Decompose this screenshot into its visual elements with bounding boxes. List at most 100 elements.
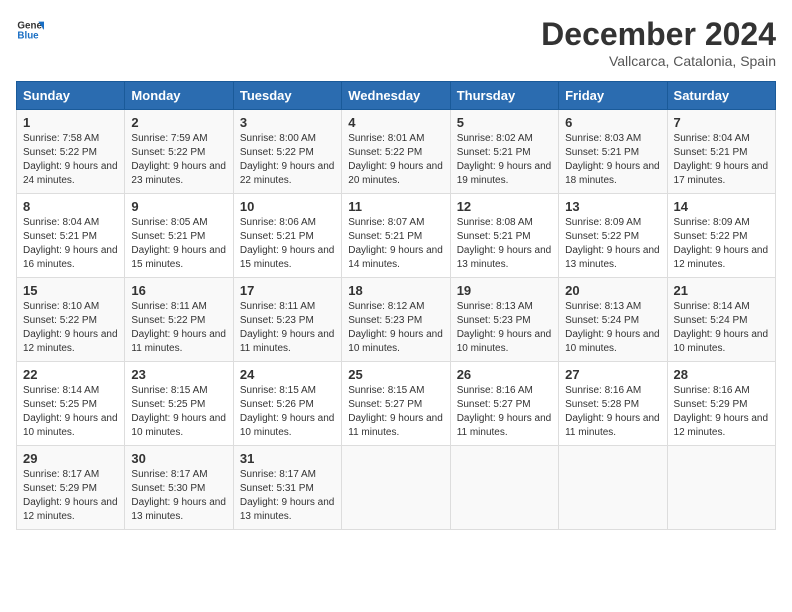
- header-saturday: Saturday: [667, 82, 775, 110]
- day-number: 15: [23, 283, 118, 298]
- day-number: 30: [131, 451, 226, 466]
- header: General Blue December 2024 Vallcarca, Ca…: [16, 16, 776, 69]
- day-number: 24: [240, 367, 335, 382]
- day-info: Sunrise: 8:15 AMSunset: 5:26 PMDaylight:…: [240, 384, 335, 440]
- table-row: 21Sunrise: 8:14 AMSunset: 5:24 PMDayligh…: [667, 278, 775, 362]
- day-number: 18: [348, 283, 443, 298]
- day-number: 14: [674, 199, 769, 214]
- table-row: 16 Sunrise: 8:11 AMSunset: 5:22 PMDayligh…: [125, 278, 233, 362]
- day-number: 12: [457, 199, 552, 214]
- day-number: 23: [131, 367, 226, 382]
- day-info: Sunrise: 8:00 AMSunset: 5:22 PMDaylight:…: [240, 132, 335, 188]
- table-row: 15 Sunrise: 8:10 AMSunset: 5:22 PMDayligh…: [17, 278, 125, 362]
- day-number: 1: [23, 115, 118, 130]
- day-number: 10: [240, 199, 335, 214]
- calendar-week-row: 15 Sunrise: 8:10 AMSunset: 5:22 PMDayligh…: [17, 278, 776, 362]
- table-row: 20 Sunrise: 8:13 AMSunset: 5:24 PMDayligh…: [559, 278, 667, 362]
- header-wednesday: Wednesday: [342, 82, 450, 110]
- table-row: 24 Sunrise: 8:15 AMSunset: 5:26 PMDayligh…: [233, 362, 341, 446]
- table-row: 1 Sunrise: 7:58 AMSunset: 5:22 PMDaylight…: [17, 110, 125, 194]
- day-number: 2: [131, 115, 226, 130]
- table-row: 10 Sunrise: 8:06 AMSunset: 5:21 PMDayligh…: [233, 194, 341, 278]
- day-info: Sunrise: 8:17 AMSunset: 5:29 PMDaylight:…: [23, 468, 118, 524]
- day-info: Sunrise: 8:17 AMSunset: 5:31 PMDaylight:…: [240, 468, 335, 524]
- table-row: 13 Sunrise: 8:09 AMSunset: 5:22 PMDayligh…: [559, 194, 667, 278]
- day-info: Sunrise: 8:16 AMSunset: 5:28 PMDaylight:…: [565, 384, 660, 440]
- table-row: 6 Sunrise: 8:03 AMSunset: 5:21 PMDaylight…: [559, 110, 667, 194]
- table-row: 30 Sunrise: 8:17 AMSunset: 5:30 PMDayligh…: [125, 446, 233, 530]
- days-header-row: Sunday Monday Tuesday Wednesday Thursday…: [17, 82, 776, 110]
- month-title: December 2024: [541, 16, 776, 53]
- day-info: Sunrise: 8:09 AMSunset: 5:22 PMDaylight:…: [674, 216, 769, 272]
- svg-text:Blue: Blue: [17, 30, 39, 41]
- day-number: 21: [674, 283, 769, 298]
- calendar-week-row: 1 Sunrise: 7:58 AMSunset: 5:22 PMDaylight…: [17, 110, 776, 194]
- day-info: Sunrise: 8:03 AMSunset: 5:21 PMDaylight:…: [565, 132, 660, 188]
- day-number: 22: [23, 367, 118, 382]
- day-number: 17: [240, 283, 335, 298]
- day-number: 28: [674, 367, 769, 382]
- table-row: 26Sunrise: 8:16 AMSunset: 5:27 PMDayligh…: [450, 362, 558, 446]
- table-row: 12Sunrise: 8:08 AMSunset: 5:21 PMDayligh…: [450, 194, 558, 278]
- table-row: 25Sunrise: 8:15 AMSunset: 5:27 PMDayligh…: [342, 362, 450, 446]
- day-info: Sunrise: 8:15 AMSunset: 5:25 PMDaylight:…: [131, 384, 226, 440]
- table-row: 5 Sunrise: 8:02 AMSunset: 5:21 PMDaylight…: [450, 110, 558, 194]
- table-row: 11 Sunrise: 8:07 AMSunset: 5:21 PMDayligh…: [342, 194, 450, 278]
- day-info: Sunrise: 8:12 AMSunset: 5:23 PMDaylight:…: [348, 300, 443, 356]
- day-number: 8: [23, 199, 118, 214]
- table-row: 2 Sunrise: 7:59 AMSunset: 5:22 PMDaylight…: [125, 110, 233, 194]
- day-info: Sunrise: 8:09 AMSunset: 5:22 PMDaylight:…: [565, 216, 660, 272]
- day-info: Sunrise: 7:58 AMSunset: 5:22 PMDaylight:…: [23, 132, 118, 188]
- day-info: Sunrise: 8:01 AMSunset: 5:22 PMDaylight:…: [348, 132, 443, 188]
- table-row: 19Sunrise: 8:13 AMSunset: 5:23 PMDayligh…: [450, 278, 558, 362]
- table-row: 28 Sunrise: 8:16 AMSunset: 5:29 PMDayligh…: [667, 362, 775, 446]
- day-info: Sunrise: 8:17 AMSunset: 5:30 PMDaylight:…: [131, 468, 226, 524]
- day-number: 20: [565, 283, 660, 298]
- calendar-table: Sunday Monday Tuesday Wednesday Thursday…: [16, 81, 776, 530]
- table-row: 23 Sunrise: 8:15 AMSunset: 5:25 PMDayligh…: [125, 362, 233, 446]
- location: Vallcarca, Catalonia, Spain: [541, 53, 776, 69]
- day-info: Sunrise: 7:59 AMSunset: 5:22 PMDaylight:…: [131, 132, 226, 188]
- day-number: 29: [23, 451, 118, 466]
- day-info: Sunrise: 8:07 AMSunset: 5:21 PMDaylight:…: [348, 216, 443, 272]
- table-row: 17 Sunrise: 8:11 AMSunset: 5:23 PMDayligh…: [233, 278, 341, 362]
- day-info: Sunrise: 8:11 AMSunset: 5:22 PMDaylight:…: [131, 300, 226, 356]
- calendar-week-row: 29 Sunrise: 8:17 AMSunset: 5:29 PMDayligh…: [17, 446, 776, 530]
- table-row: [450, 446, 558, 530]
- table-row: 7Sunrise: 8:04 AMSunset: 5:21 PMDaylight…: [667, 110, 775, 194]
- day-number: 7: [674, 115, 769, 130]
- table-row: 31 Sunrise: 8:17 AMSunset: 5:31 PMDayligh…: [233, 446, 341, 530]
- day-number: 9: [131, 199, 226, 214]
- day-number: 4: [348, 115, 443, 130]
- day-number: 13: [565, 199, 660, 214]
- day-info: Sunrise: 8:10 AMSunset: 5:22 PMDaylight:…: [23, 300, 118, 356]
- table-row: 4 Sunrise: 8:01 AMSunset: 5:22 PMDaylight…: [342, 110, 450, 194]
- day-number: 6: [565, 115, 660, 130]
- header-tuesday: Tuesday: [233, 82, 341, 110]
- day-number: 11: [348, 199, 443, 214]
- day-info: Sunrise: 8:16 AMSunset: 5:29 PMDaylight:…: [674, 384, 769, 440]
- day-info: Sunrise: 8:11 AMSunset: 5:23 PMDaylight:…: [240, 300, 335, 356]
- day-info: Sunrise: 8:06 AMSunset: 5:21 PMDaylight:…: [240, 216, 335, 272]
- header-thursday: Thursday: [450, 82, 558, 110]
- table-row: 9 Sunrise: 8:05 AMSunset: 5:21 PMDaylight…: [125, 194, 233, 278]
- day-info: Sunrise: 8:02 AMSunset: 5:21 PMDaylight:…: [457, 132, 552, 188]
- day-info: Sunrise: 8:05 AMSunset: 5:21 PMDaylight:…: [131, 216, 226, 272]
- day-number: 3: [240, 115, 335, 130]
- table-row: 27 Sunrise: 8:16 AMSunset: 5:28 PMDayligh…: [559, 362, 667, 446]
- header-sunday: Sunday: [17, 82, 125, 110]
- day-number: 5: [457, 115, 552, 130]
- day-number: 19: [457, 283, 552, 298]
- table-row: [667, 446, 775, 530]
- table-row: [342, 446, 450, 530]
- day-number: 16: [131, 283, 226, 298]
- table-row: 14 Sunrise: 8:09 AMSunset: 5:22 PMDayligh…: [667, 194, 775, 278]
- day-info: Sunrise: 8:16 AMSunset: 5:27 PMDaylight:…: [457, 384, 552, 440]
- day-number: 25: [348, 367, 443, 382]
- day-number: 27: [565, 367, 660, 382]
- day-info: Sunrise: 8:13 AMSunset: 5:24 PMDaylight:…: [565, 300, 660, 356]
- header-friday: Friday: [559, 82, 667, 110]
- table-row: 18 Sunrise: 8:12 AMSunset: 5:23 PMDayligh…: [342, 278, 450, 362]
- table-row: 8Sunrise: 8:04 AMSunset: 5:21 PMDaylight…: [17, 194, 125, 278]
- day-number: 31: [240, 451, 335, 466]
